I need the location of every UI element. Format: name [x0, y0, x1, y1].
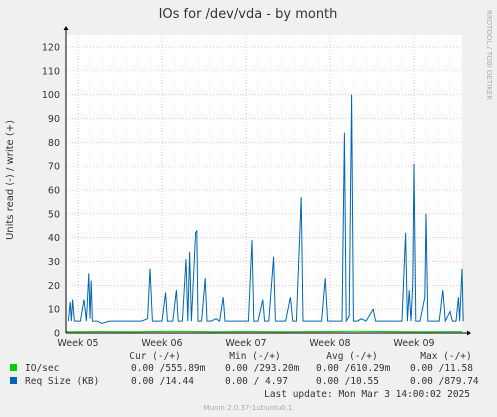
y-tick-label: 10 [48, 305, 60, 316]
y-tick-label: 100 [42, 90, 60, 101]
series-line-io-sec [65, 330, 463, 333]
legend-name-io: IO/sec [25, 363, 59, 374]
y-tick-label: 90 [48, 114, 60, 125]
legend-min-req: 0.00 / 4.97 [225, 376, 288, 387]
y-tick-label: 80 [48, 138, 60, 149]
legend-swatch-io [10, 364, 17, 371]
legend-max-req: 0.00 /879.74 [410, 376, 479, 387]
y-tick-label: 30 [48, 257, 60, 268]
legend-cur-req: 0.00 /14.44 [131, 376, 194, 387]
chart-title: IOs for /dev/vda - by month [159, 7, 338, 22]
legend-avg-io: 0.00 /610.29m [316, 363, 391, 374]
x-tick-label: Week 05 [57, 338, 98, 349]
legend-name-req: Req Size (KB) [25, 376, 99, 387]
y-tick-label: 40 [48, 233, 60, 244]
chart-frame: IOs for /dev/vda - by month RRDTOOL / TO… [5, 7, 493, 412]
legend: Cur (-/+) Min (-/+) Avg (-/+) Max (-/+) … [10, 351, 479, 400]
legend-header-avg: Avg (-/+) [326, 351, 377, 362]
plot-area [66, 35, 462, 333]
footer-version: Munin 2.0.37-1ubuntu0.1 [204, 404, 293, 412]
watermark: RRDTOOL / TOBI OETIKER [485, 10, 493, 100]
y-tick-label: 70 [48, 162, 60, 173]
x-tick-label: Week 07 [225, 338, 266, 349]
y-axis-arrow [63, 26, 69, 30]
legend-swatch-req [10, 377, 17, 384]
y-tick-labels: 0102030405060708090100110120 [42, 42, 60, 339]
legend-cur-io: 0.00 /555.89m [131, 363, 206, 374]
x-tick-labels: Week 05 Week 06 Week 07 Week 08 Week 09 [57, 338, 434, 349]
x-tick-label: Week 09 [393, 338, 434, 349]
x-tick-label: Week 08 [309, 338, 350, 349]
y-tick-label: 110 [42, 66, 60, 77]
legend-header-max: Max (-/+) [420, 351, 471, 362]
last-update: Last update: Mon Mar 3 14:00:02 2025 [264, 389, 470, 400]
y-tick-label: 50 [48, 209, 60, 220]
legend-header-cur: Cur (-/+) [129, 351, 180, 362]
legend-header-min: Min (-/+) [229, 351, 280, 362]
y-tick-label: 120 [42, 42, 60, 53]
y-axis-label: Units read (-) / write (+) [5, 120, 16, 240]
legend-avg-req: 0.00 /10.55 [316, 376, 379, 387]
y-tick-label: 60 [48, 185, 60, 196]
legend-max-io: 0.00 /11.58 [410, 363, 473, 374]
x-tick-label: Week 06 [141, 338, 182, 349]
y-tick-label: 20 [48, 281, 60, 292]
x-axis-arrow [467, 330, 471, 336]
legend-min-io: 0.00 /293.20m [225, 363, 300, 374]
